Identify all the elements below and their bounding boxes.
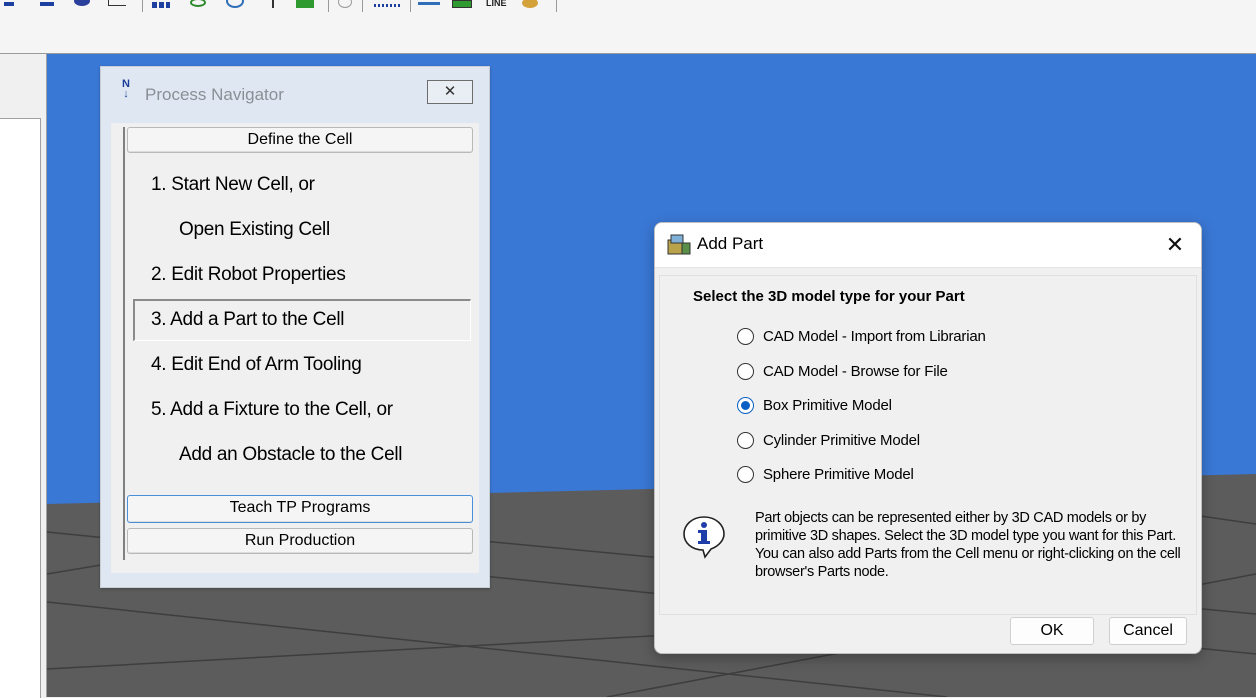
cell-browser-tree[interactable] <box>0 118 41 698</box>
radio-button[interactable] <box>737 432 754 449</box>
radio-button-selected[interactable] <box>737 397 754 414</box>
radio-label[interactable]: Cylinder Primitive Model <box>763 432 920 449</box>
toolbar-icon[interactable] <box>418 0 444 10</box>
cell-browser-panel <box>0 54 47 698</box>
toolbar-separator <box>362 0 363 12</box>
toolbar-icon[interactable] <box>40 0 58 10</box>
logo-text: N <box>122 78 130 90</box>
toolbar-icon[interactable] <box>522 0 542 10</box>
radio-label[interactable]: CAD Model - Import from Librarian <box>763 328 986 345</box>
run-production-button[interactable]: Run Production <box>127 528 473 554</box>
step-start-new-cell[interactable]: 1. Start New Cell, or <box>151 174 315 196</box>
close-icon[interactable]: ✕ <box>1157 229 1193 261</box>
toolbar-icon[interactable] <box>296 0 314 10</box>
toolbar-icon[interactable] <box>226 0 244 10</box>
toolbar-icon[interactable] <box>108 0 126 10</box>
process-navigator-close-button[interactable]: ✕ <box>427 80 473 104</box>
step-divider <box>123 127 125 560</box>
step-add-part[interactable]: 3. Add a Part to the Cell <box>151 309 344 331</box>
toolbar-separator <box>142 0 143 12</box>
process-navigator-logo-icon: N ↓ <box>122 78 130 100</box>
process-navigator-window: N ↓ Process Navigator ✕ Define the Cell 1… <box>100 66 490 588</box>
toolbar-separator <box>328 0 329 12</box>
radio-label[interactable]: Sphere Primitive Model <box>763 466 914 483</box>
radio-button[interactable] <box>737 328 754 345</box>
toolbar-icon[interactable] <box>338 0 356 10</box>
step-open-existing-cell[interactable]: Open Existing Cell <box>179 219 330 241</box>
add-part-title: Add Part <box>697 234 764 253</box>
toolbar-icon[interactable] <box>152 0 170 10</box>
process-navigator-titlebar[interactable]: N ↓ Process Navigator ✕ <box>101 67 489 115</box>
toolbar-icon[interactable] <box>374 0 400 10</box>
step-edit-robot-properties[interactable]: 2. Edit Robot Properties <box>151 264 346 286</box>
teach-tp-programs-button[interactable]: Teach TP Programs <box>127 495 473 523</box>
step-add-obstacle[interactable]: Add an Obstacle to the Cell <box>179 444 403 466</box>
toolbar-separator <box>410 0 411 12</box>
process-navigator-body: Define the Cell 1. Start New Cell, or Op… <box>111 123 479 573</box>
toolbar-icon[interactable] <box>264 0 282 10</box>
step-edit-eoat[interactable]: 4. Edit End of Arm Tooling <box>151 354 362 376</box>
step-add-fixture[interactable]: 5. Add a Fixture to the Cell, or <box>151 399 393 421</box>
add-part-titlebar[interactable]: Add Part ✕ <box>655 223 1201 268</box>
model-type-prompt: Select the 3D model type for your Part <box>693 288 965 305</box>
toolbar-icon[interactable] <box>4 0 22 10</box>
line-tool-icon[interactable]: LINE <box>486 0 516 12</box>
cancel-button[interactable]: Cancel <box>1109 617 1187 645</box>
toolbar-icon[interactable] <box>452 0 478 10</box>
info-icon <box>681 513 727 559</box>
toolbar-icon[interactable] <box>190 0 208 10</box>
main-toolbar: LINE <box>0 0 1256 54</box>
toolbar-icon[interactable] <box>74 0 92 10</box>
radio-label[interactable]: Box Primitive Model <box>763 397 892 414</box>
process-navigator-title: Process Navigator <box>145 85 284 104</box>
add-part-icon <box>667 233 691 255</box>
define-cell-button[interactable]: Define the Cell <box>127 127 473 153</box>
radio-label[interactable]: CAD Model - Browse for File <box>763 363 948 380</box>
radio-button[interactable] <box>737 466 754 483</box>
info-text: Part objects can be represented either b… <box>755 510 1181 580</box>
add-part-dialog: Add Part ✕ Select the 3D model type for … <box>654 222 1202 654</box>
toolbar-separator <box>556 0 557 12</box>
radio-button[interactable] <box>737 363 754 380</box>
ok-button[interactable]: OK <box>1010 617 1094 645</box>
